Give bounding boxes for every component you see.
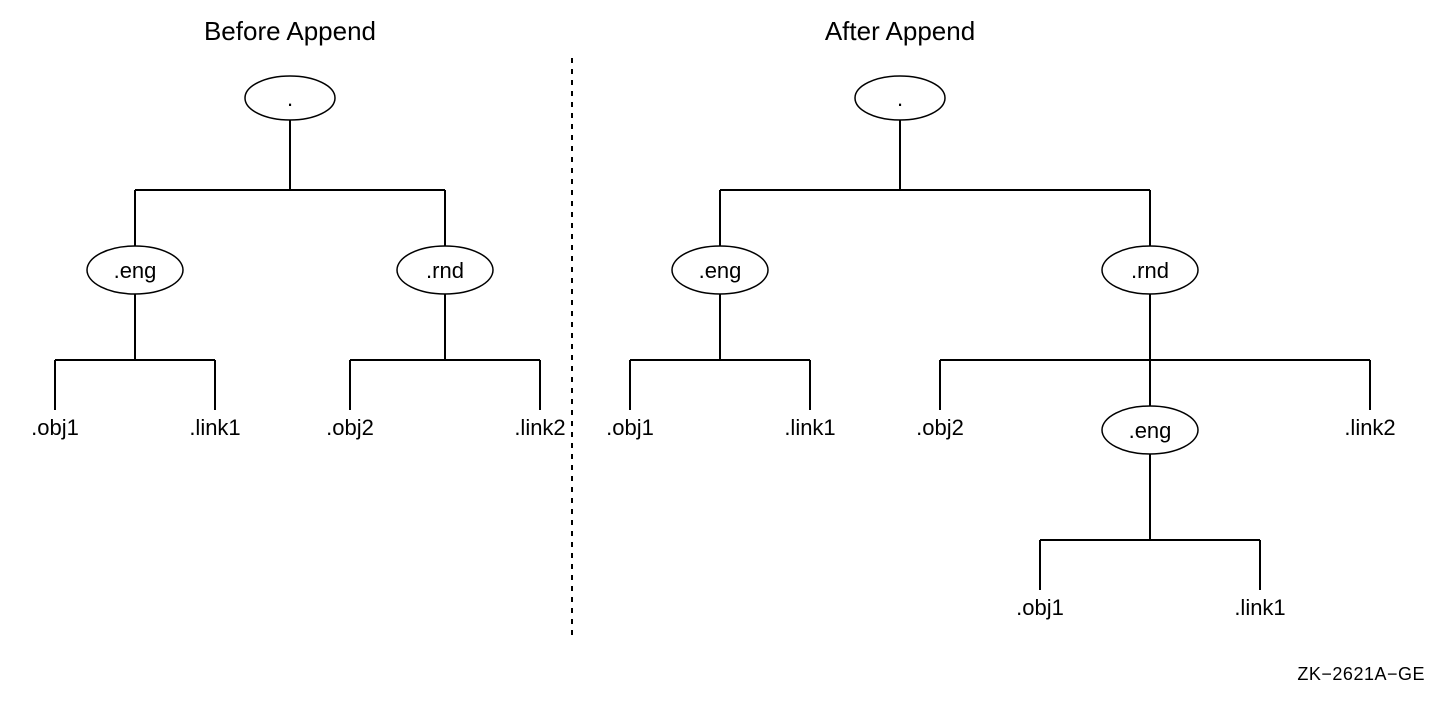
after-title: After Append — [825, 16, 975, 46]
root-label: . — [897, 86, 903, 111]
before-obj2: .obj2 — [326, 415, 374, 440]
after-link1: .link1 — [784, 415, 835, 440]
after-root-node: . — [855, 76, 945, 190]
after-nested-eng-node: .eng — [1102, 406, 1198, 540]
nested-link1: .link1 — [1234, 595, 1285, 620]
root-label: . — [287, 86, 293, 111]
nested-eng-label: .eng — [1129, 418, 1172, 443]
nested-obj1: .obj1 — [1016, 595, 1064, 620]
rnd-label: .rnd — [1131, 258, 1169, 283]
before-link2: .link2 — [514, 415, 565, 440]
before-title: Before Append — [204, 16, 376, 46]
before-rnd-node: .rnd — [397, 246, 493, 360]
diagram-root: Before Append . .eng .rnd .obj1 .li — [0, 0, 1453, 702]
before-obj1: .obj1 — [31, 415, 79, 440]
after-obj2: .obj2 — [916, 415, 964, 440]
before-eng-node: .eng — [87, 246, 183, 360]
before-root-node: . — [245, 76, 335, 190]
eng-label: .eng — [699, 258, 742, 283]
after-eng-node: .eng — [672, 246, 768, 360]
after-obj1: .obj1 — [606, 415, 654, 440]
after-tree: After Append . .eng .rnd .obj1 .link1 — [606, 16, 1396, 620]
after-rnd-node: .rnd — [1102, 246, 1198, 360]
after-link2: .link2 — [1344, 415, 1395, 440]
before-tree: Before Append . .eng .rnd .obj1 .li — [31, 16, 566, 440]
figure-id: ZK−2621A−GE — [1297, 664, 1425, 684]
rnd-label: .rnd — [426, 258, 464, 283]
before-link1: .link1 — [189, 415, 240, 440]
eng-label: .eng — [114, 258, 157, 283]
